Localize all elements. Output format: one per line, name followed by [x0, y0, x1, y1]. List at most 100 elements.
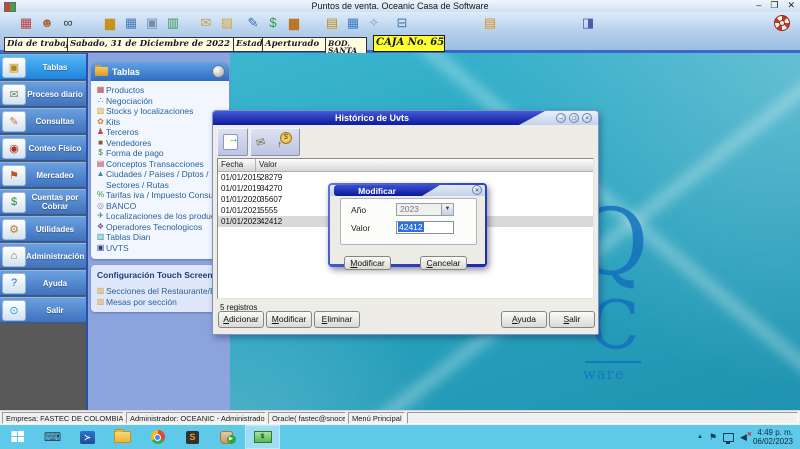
sidebar-item-cuentas-por-cobrar[interactable]: $ Cuentas por Cobrar	[0, 189, 86, 215]
column-header-valor[interactable]: Valor	[256, 159, 593, 171]
sidebar-item-salir[interactable]: ⊙ Salir	[0, 297, 86, 323]
dialog-close-button[interactable]: ×	[582, 113, 592, 123]
edit-icon[interactable]: ✎	[243, 14, 263, 32]
chart-monitor-icon[interactable]: ⊟	[392, 14, 412, 32]
window-grid-icon[interactable]: ▦	[16, 14, 36, 32]
clock[interactable]: 4:49 p. m. 06/02/2023	[753, 428, 793, 446]
status-menu: Menú Principal	[348, 412, 405, 424]
cell-fecha: 01/01/2019	[218, 183, 256, 194]
list-item-tarifas-iva[interactable]: %Tarifas iva / Impuesto Consu	[95, 190, 227, 201]
volume-muted-icon[interactable]: ◀✕	[740, 432, 747, 443]
sidebar-item-mercadeo[interactable]: ⚑ Mercadeo	[0, 162, 86, 188]
binoculars-icon[interactable]: ∞	[58, 14, 78, 32]
close-button[interactable]: ✕	[787, 0, 795, 11]
sidebar-item-label: Conteo Físico	[26, 144, 86, 153]
address-book-icon[interactable]: ▤	[480, 14, 500, 32]
sidebar-menu: ▣ Tablas ✉ Proceso diario ✎ Consultas ◉ …	[0, 54, 86, 324]
taskbar-system-tools[interactable]: ⌨	[35, 425, 70, 449]
column-header-fecha[interactable]: Fecha	[218, 159, 256, 171]
uvts-icon: ▣	[95, 243, 106, 254]
dialog-exit-button[interactable]: →	[217, 128, 248, 156]
folder-icon[interactable]: ▨	[217, 14, 237, 32]
watermark-caption: ware	[583, 365, 625, 383]
list-item-secciones-restaurante[interactable]: ▨Secciones del Restaurante/B	[95, 286, 227, 297]
taskbar-file-explorer[interactable]	[105, 425, 140, 449]
mail-icon[interactable]: ✉	[196, 14, 216, 32]
users-icon[interactable]: ☻	[37, 14, 57, 32]
list-item-label: Forma de pago	[106, 148, 164, 159]
maximize-button[interactable]: ❐	[770, 0, 778, 11]
adicionar-button[interactable]: Adicionar	[218, 311, 264, 328]
sidebar-item-administracion[interactable]: ⌂ Administración	[0, 243, 86, 269]
ledger-icon[interactable]: ▤	[322, 14, 342, 32]
dialog-uvt-money-button[interactable]: ✉ ↑ $	[250, 128, 300, 156]
cell-valor: 5555	[256, 205, 278, 216]
dialog-maximize-button[interactable]: □	[569, 113, 579, 123]
dialog-minimize-button[interactable]: –	[556, 113, 566, 123]
copy-icon[interactable]: ▣	[142, 14, 162, 32]
list-item-terceros[interactable]: ♟Terceros	[95, 127, 227, 138]
negotiation-icon: ∴	[95, 96, 106, 107]
barcode-icon[interactable]: ▥	[163, 14, 183, 32]
cell-fecha: 01/01/2023	[218, 216, 256, 227]
taskbar-database[interactable]: ▶	[210, 425, 245, 449]
modal-modificar-button[interactable]: Modificar	[344, 256, 391, 270]
power-icon: ⊙	[2, 300, 26, 321]
list-item-ciudades[interactable]: ▲Ciudades / Paises / Dptos / Sectores / …	[95, 169, 227, 190]
table-row[interactable]: 01/01/2015 28279	[218, 172, 593, 183]
salir-button[interactable]: Salir	[549, 311, 595, 328]
minimize-button[interactable]: –	[756, 0, 761, 11]
modificar-button[interactable]: Modificar	[266, 311, 312, 328]
network-icon[interactable]	[723, 433, 734, 442]
ano-combobox[interactable]: 2023 ▼	[396, 203, 454, 216]
ano-value: 2023	[400, 204, 419, 214]
modal-close-button[interactable]: ×	[472, 185, 482, 195]
combo-dropdown-icon[interactable]: ▼	[441, 204, 453, 215]
sidebar-item-ayuda[interactable]: ? Ayuda	[0, 270, 86, 296]
list-item-vendedores[interactable]: ■Vendedores	[95, 138, 227, 149]
sidebar-item-consultas[interactable]: ✎ Consultas	[0, 108, 86, 134]
list-item-localizaciones[interactable]: ✈Localizaciones de los produc	[95, 211, 227, 222]
list-item-negociacion[interactable]: ∴Negociación	[95, 96, 227, 107]
ayuda-button[interactable]: Ayuda	[501, 311, 547, 328]
list-item-banco[interactable]: ◎BANCO	[95, 201, 227, 212]
list-item-kits[interactable]: ✿Kits	[95, 117, 227, 128]
modal-cancelar-button[interactable]: Cancelar	[420, 256, 467, 270]
action-center-flag-icon[interactable]: ⚑	[709, 432, 717, 443]
tray-expand-icon[interactable]: ▲	[697, 434, 703, 440]
taskbar-powershell[interactable]: ≻	[70, 425, 105, 449]
list-item-conceptos[interactable]: ▤Conceptos Transacciones	[95, 159, 227, 170]
eliminar-button[interactable]: Eliminar	[314, 311, 360, 328]
sidebar-item-tablas[interactable]: ▣ Tablas	[0, 54, 86, 80]
list-item-productos[interactable]: ▦Productos	[95, 85, 227, 96]
money-icon[interactable]: $	[263, 14, 283, 32]
list-item-uvts[interactable]: ▣UVTS	[95, 243, 227, 254]
list-item-forma-de-pago[interactable]: $Forma de pago	[95, 148, 227, 159]
exit-door-icon[interactable]: ◨	[578, 14, 598, 32]
icon-glyph: ✎	[9, 115, 18, 128]
play-icon: ▶	[227, 435, 236, 444]
valor-label: Valor	[351, 223, 370, 233]
taskbar-sublime[interactable]: S	[175, 425, 210, 449]
valor-input[interactable]: 42412	[396, 221, 454, 234]
sidebar-item-proceso-diario[interactable]: ✉ Proceso diario	[0, 81, 86, 107]
taskbar-chrome[interactable]	[140, 425, 175, 449]
sidebar-item-conteo-fisico[interactable]: ◉ Conteo Físico	[0, 135, 86, 161]
button-label: Ayuda	[502, 314, 546, 324]
database-icon: ▶	[220, 430, 236, 444]
lifebuoy-help-icon[interactable]	[774, 15, 790, 31]
list-item-tablas-dian[interactable]: ▥Tablas Dian	[95, 232, 227, 243]
spreadsheet-icon[interactable]: ▦	[121, 14, 141, 32]
sidebar-item-utilidades[interactable]: ⚙ Utilidades	[0, 216, 86, 242]
start-button[interactable]	[0, 425, 35, 449]
data-table-icon[interactable]: ▦	[343, 14, 363, 32]
list-item-stocks[interactable]: ▨Stocks y localizaciones	[95, 106, 227, 117]
money-bill-icon: $	[254, 431, 272, 443]
taskbar-pos-app-active[interactable]: $	[245, 425, 280, 449]
panel-collapse-icon[interactable]	[212, 65, 225, 78]
key-icon[interactable]: ✧	[364, 14, 384, 32]
list-item-operadores[interactable]: ❖Operadores Tecnologicos	[95, 222, 227, 233]
archive-box-icon[interactable]: ▆	[100, 14, 120, 32]
list-item-mesas-por-seccion[interactable]: ▨Mesas por sección	[95, 297, 227, 308]
package-icon[interactable]: ▆	[284, 14, 304, 32]
